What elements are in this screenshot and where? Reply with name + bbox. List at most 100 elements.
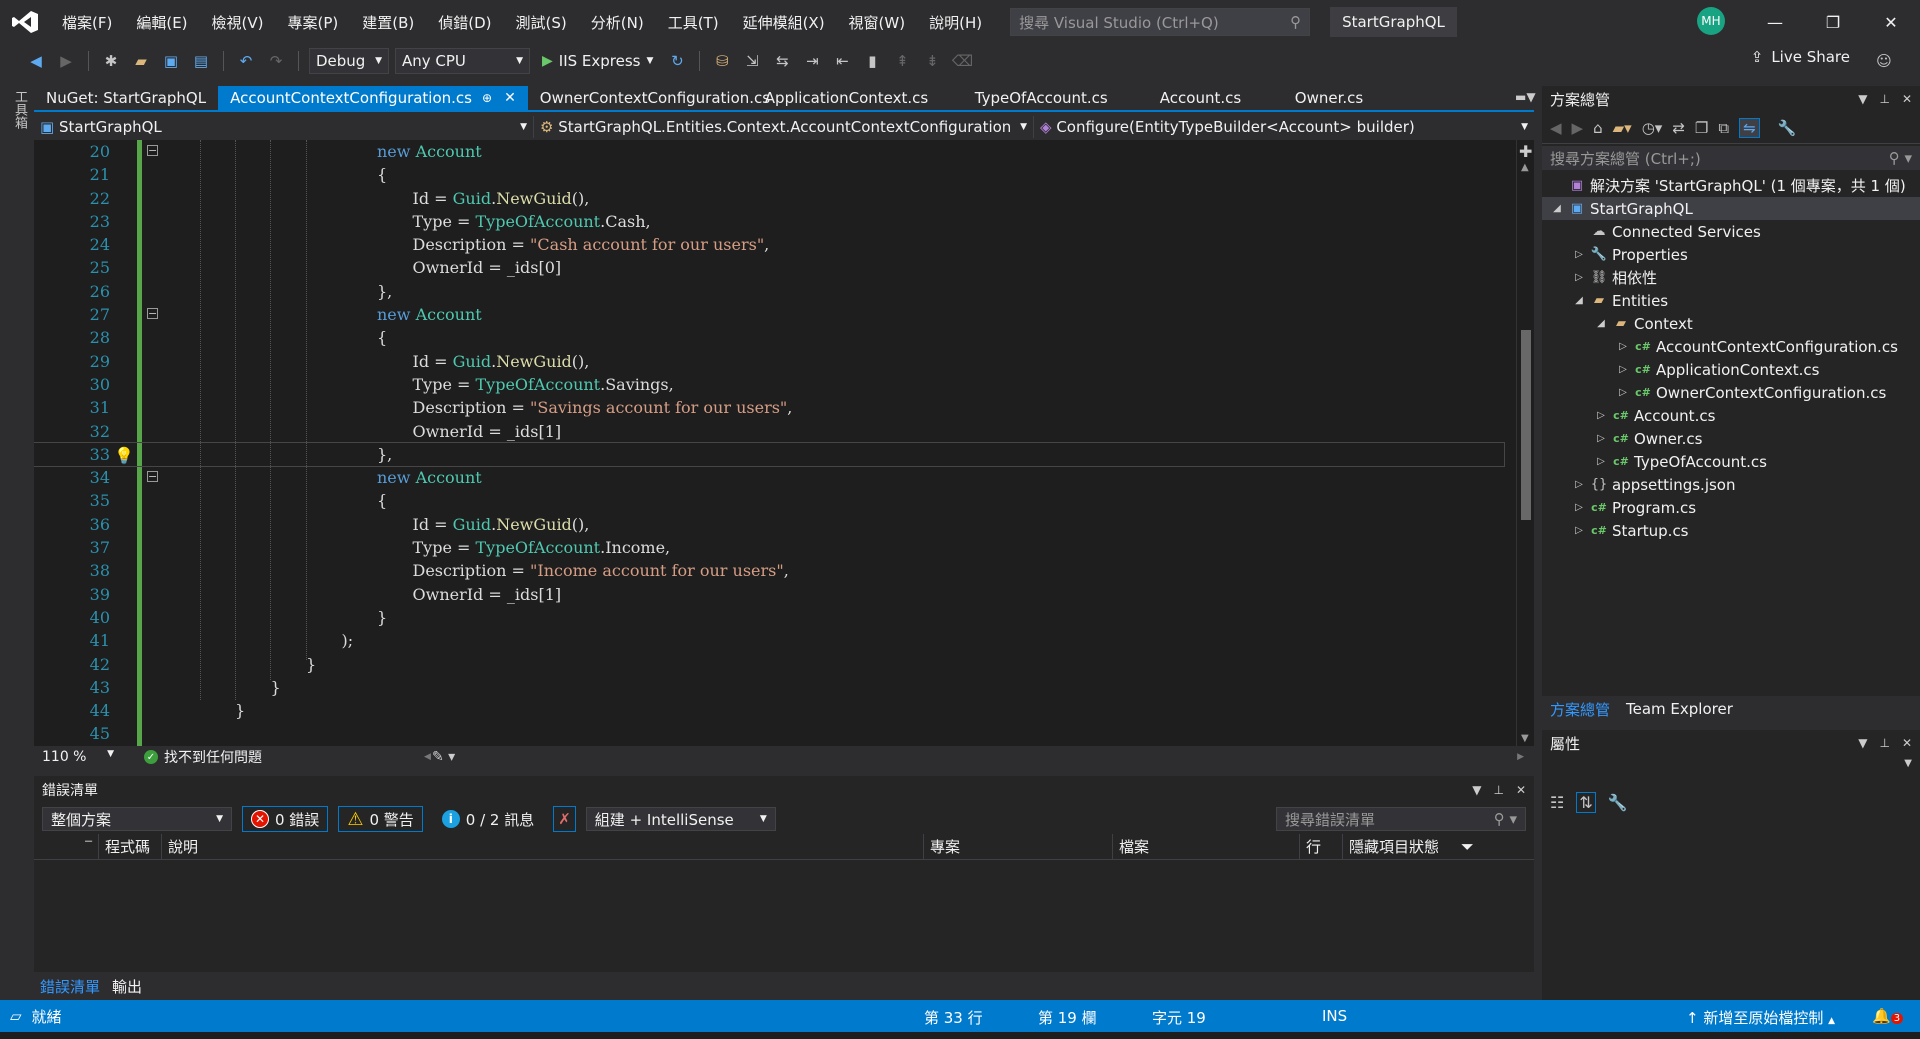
collapse-icon[interactable]: − [147, 471, 158, 483]
menu-analyze[interactable]: 分析(N) [579, 12, 656, 33]
categorized-icon[interactable]: ☷ [1550, 793, 1564, 812]
code-line[interactable]: 28 { [34, 326, 1504, 349]
code-line[interactable]: 30 Type = TypeOfAccount.Savings, [34, 373, 1504, 396]
indent-icon[interactable]: ⇥ [800, 49, 824, 73]
expand-icon[interactable]: ▷ [1594, 433, 1608, 444]
alphabetical-icon[interactable]: ⇅ [1576, 791, 1596, 813]
platform-select[interactable]: Any CPU ▼ [395, 48, 530, 74]
tree-item[interactable]: ▷ c# Account.cs [1542, 404, 1920, 427]
browser-link-icon[interactable]: ⛁ [710, 49, 734, 73]
expand-icon[interactable]: ▷ [1594, 456, 1608, 467]
save-icon[interactable]: ▣ [159, 49, 183, 73]
source-control-button[interactable]: ↑ 新增至原始檔控制 ▲ [1686, 1007, 1835, 1028]
tab-account-context-configuration[interactable]: AccountContextConfiguration.cs ⊕ ✕ [218, 86, 528, 110]
status-insert-mode[interactable]: INS [1322, 1007, 1347, 1025]
lightbulb-icon[interactable]: 💡 [114, 444, 134, 467]
tree-item[interactable]: ▷ ⛓ 相依性 [1542, 266, 1920, 289]
pin-icon[interactable]: ⊥ [1879, 92, 1889, 106]
severity-column-header[interactable]: ▔ [34, 833, 99, 860]
sync-icon[interactable]: ⇄ [1672, 119, 1685, 137]
menu-tools[interactable]: 工具(T) [656, 12, 731, 33]
expand-icon[interactable]: ▷ [1572, 249, 1586, 260]
run-button[interactable]: ▶ IIS Express ▼ [536, 52, 659, 70]
column-header-suppression[interactable]: 隱藏項目狀態 ⏷ [1343, 834, 1518, 860]
code-line[interactable]: 43} [34, 676, 1504, 699]
menu-file[interactable]: 檔案(F) [50, 12, 124, 33]
scope-select[interactable]: 整個方案 ▼ [42, 807, 232, 831]
column-header-description[interactable]: 說明 [162, 833, 924, 860]
split-window-icon[interactable]: ✚ [1519, 142, 1532, 161]
notifications-button[interactable]: 🔔 3 [1872, 1007, 1904, 1025]
live-share-button[interactable]: ⇪ Live Share [1751, 48, 1850, 66]
save-all-icon[interactable]: ▤ [189, 49, 213, 73]
code-line[interactable]: 22 Id = Guid.NewGuid(), [34, 187, 1504, 210]
editor-horizontal-scrollbar[interactable]: ◀ ▶ [424, 752, 1524, 762]
back-icon[interactable]: ◀ [1550, 119, 1562, 137]
scrollbar-thumb[interactable] [1521, 330, 1531, 520]
properties-object-select[interactable]: ▼ [1542, 758, 1920, 780]
redo-icon[interactable]: ↷ [264, 49, 288, 73]
tab-error-list[interactable]: 錯誤清單 [34, 976, 106, 997]
code-line[interactable]: 40} [34, 606, 1504, 629]
tree-item[interactable]: ▷ c# OwnerContextConfiguration.cs [1542, 381, 1920, 404]
new-project-icon[interactable]: ✱ [99, 49, 123, 73]
build-filter-select[interactable]: 組建 + IntelliSense ▼ [585, 807, 776, 831]
tab-owner-context-configuration[interactable]: OwnerContextConfiguration.cs [528, 86, 770, 110]
properties-icon[interactable]: 🔧 [1778, 119, 1797, 137]
home-icon[interactable]: ⌂ [1593, 119, 1603, 137]
switch-views-icon[interactable]: ▰▾ [1613, 119, 1632, 137]
tab-account[interactable]: Account.cs [1148, 86, 1283, 110]
collapse-icon[interactable]: − [147, 145, 158, 156]
errors-filter-button[interactable]: ✕ 0 錯誤 [242, 806, 329, 832]
code-line[interactable]: 29 Id = Guid.NewGuid(), [34, 350, 1504, 373]
tab-solution-explorer[interactable]: 方案總管 [1542, 699, 1618, 720]
collapse-all-icon[interactable]: ❐ [1695, 119, 1708, 137]
undo-icon[interactable]: ↶ [234, 49, 258, 73]
column-header-file[interactable]: 檔案 [1113, 833, 1300, 860]
tab-owner[interactable]: Owner.cs [1283, 86, 1375, 110]
tree-item[interactable]: ▣ 解決方案 'StartGraphQL' (1 個專案，共 1 個) [1542, 174, 1920, 197]
pin-icon[interactable]: ⊥ [1879, 736, 1889, 750]
window-position-icon[interactable]: ▼ [1472, 783, 1481, 797]
code-line[interactable]: 42} [34, 653, 1504, 676]
code-line[interactable]: 27 − new Account [34, 303, 1504, 326]
tab-team-explorer[interactable]: Team Explorer [1618, 700, 1741, 718]
editor-vertical-scrollbar[interactable]: ✚ ▲ ▼ [1516, 140, 1534, 746]
tree-item[interactable]: ▷ c# ApplicationContext.cs [1542, 358, 1920, 381]
preview-selected-icon[interactable]: ⇋ [1739, 117, 1760, 138]
status-char[interactable]: 字元 19 [1152, 1007, 1206, 1028]
code-line[interactable]: 39 OwnerId = _ids[1] [34, 583, 1504, 606]
code-line[interactable]: 24 Description = "Cash account for our us… [34, 233, 1504, 256]
toolbox-strip[interactable]: 工具箱 [0, 84, 34, 1000]
tree-item[interactable]: ▷ c# Owner.cs [1542, 427, 1920, 450]
tab-output[interactable]: 輸出 [106, 976, 148, 997]
collapse-icon[interactable]: − [147, 308, 158, 320]
health-indicator[interactable]: ✓ 找不到任何問題 [144, 747, 262, 767]
code-line[interactable]: 36 Id = Guid.NewGuid(), [34, 513, 1504, 536]
menu-debug[interactable]: 偵錯(D) [426, 12, 503, 33]
next-bookmark-icon[interactable]: ⇟ [920, 49, 944, 73]
expanded-icon[interactable]: ◢ [1594, 318, 1608, 329]
restore-icon[interactable]: ❐ [1804, 0, 1862, 44]
tree-item[interactable]: ▷ 🔧 Properties [1542, 243, 1920, 266]
code-line[interactable]: 23 Type = TypeOfAccount.Cash, [34, 210, 1504, 233]
code-line[interactable]: 33 💡}, [34, 441, 1505, 468]
code-line[interactable]: 26}, [34, 280, 1504, 303]
filter-icon[interactable]: ⏷ [1461, 837, 1474, 857]
expanded-icon[interactable]: ◢ [1550, 203, 1564, 214]
menu-build[interactable]: 建置(B) [350, 12, 426, 33]
tree-item[interactable]: ◢ ▰ Context [1542, 312, 1920, 335]
forward-icon[interactable]: ▶ [1572, 119, 1584, 137]
bookmark-icon[interactable]: ▮ [860, 49, 884, 73]
back-icon[interactable]: ◀ [24, 49, 48, 73]
configuration-select[interactable]: Debug ▼ [309, 48, 389, 74]
menu-view[interactable]: 檢視(V) [200, 12, 276, 33]
close-icon[interactable]: ✕ [1902, 736, 1912, 750]
code-line[interactable]: 38 Description = "Income account for our … [34, 559, 1504, 582]
step-over-icon[interactable]: ⇆ [770, 49, 794, 73]
class-navigation-select[interactable]: ⚙ StartGraphQL.Entities.Context.AccountC… [534, 116, 1034, 138]
error-list-search-input[interactable]: 搜尋錯誤清單 ⚲ ▾ [1276, 807, 1526, 831]
window-position-icon[interactable]: ▼ [1858, 736, 1867, 750]
show-all-files-icon[interactable]: ⧉ [1718, 119, 1729, 137]
forward-icon[interactable]: ▶ [54, 49, 78, 73]
